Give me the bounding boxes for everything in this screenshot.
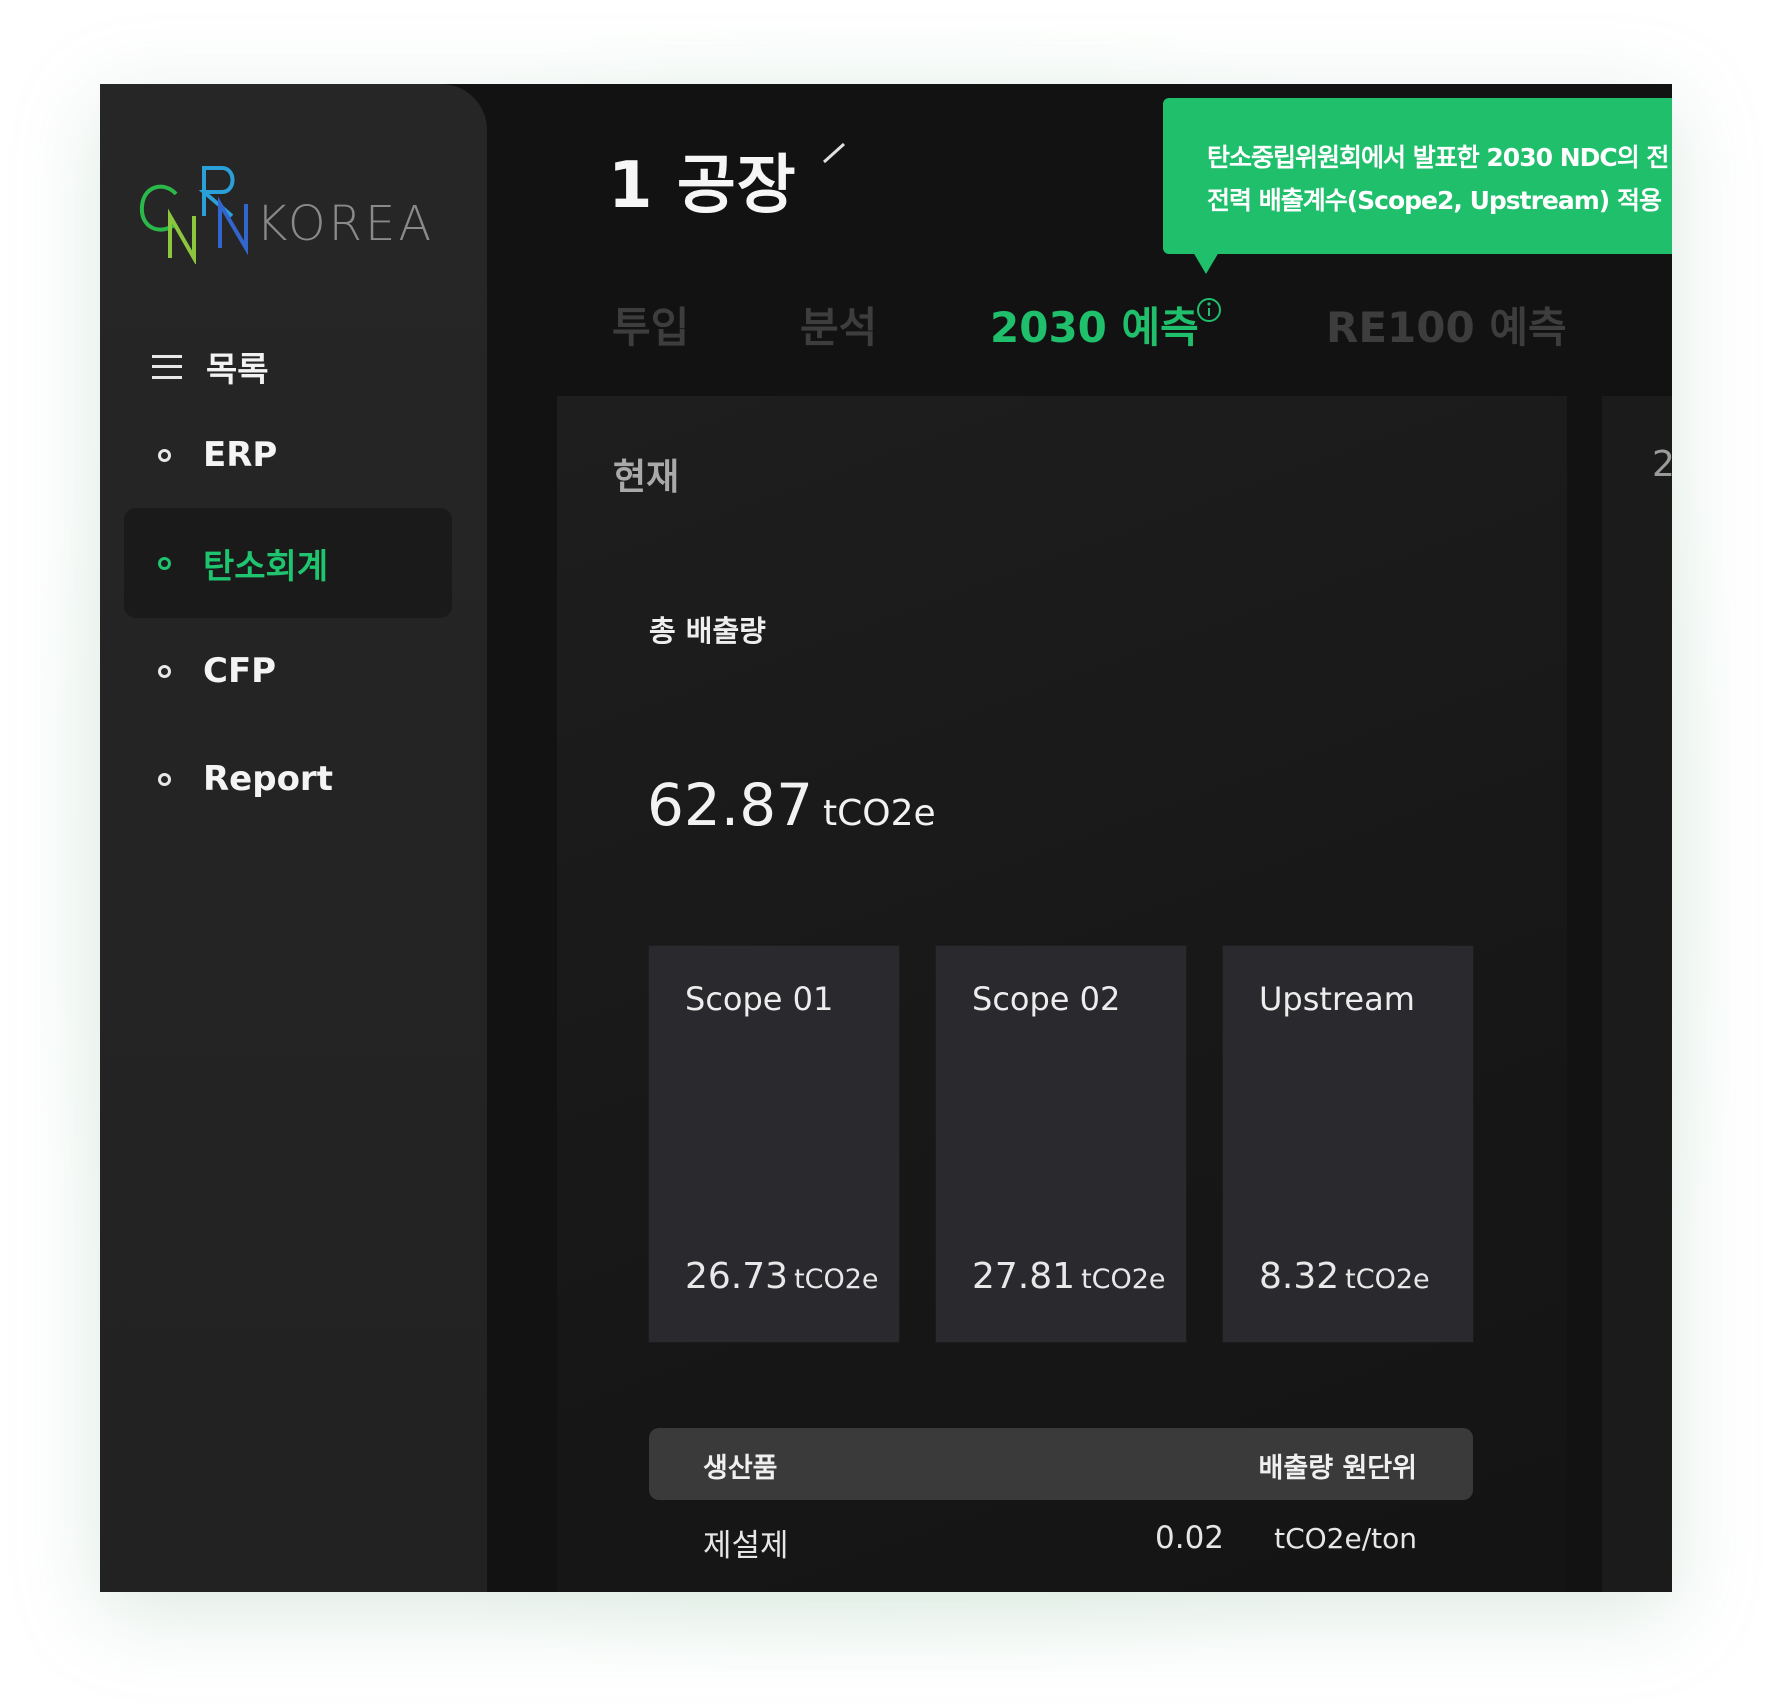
tab-2030-forecast[interactable]: 2030 예측 — [990, 294, 1199, 355]
total-number: 62.87 — [647, 771, 814, 839]
bullet-icon — [158, 556, 171, 570]
scope2-card[interactable]: Scope 02 27.81 tCO2e — [936, 946, 1186, 1342]
bullet-icon — [158, 448, 171, 462]
card-value: 27.81 tCO2e — [972, 1256, 1166, 1297]
tab-re100-forecast[interactable]: RE100 예측 — [1326, 294, 1567, 355]
tab-input[interactable]: 투입 — [612, 294, 689, 355]
card-number: 8.32 — [1259, 1256, 1340, 1297]
table-row: 제설제 0.02 tCO2e/ton — [649, 1514, 1473, 1574]
card-number: 27.81 — [972, 1256, 1076, 1297]
sidebar-item-label: Report — [203, 759, 333, 799]
current-panel: 현재 총 배출량 62.87 tCO2e Scope 01 26.73 tCO2e … — [557, 396, 1567, 1592]
next-panel: 2 — [1602, 396, 1672, 1592]
bullet-icon — [158, 772, 171, 786]
sidebar-item-label: ERP — [203, 435, 278, 475]
card-unit: tCO2e — [1081, 1264, 1166, 1295]
menu-label: 목록 — [206, 350, 269, 390]
row-unit: tCO2e/ton — [1274, 1522, 1417, 1555]
upstream-card[interactable]: Upstream 8.32 tCO2e — [1223, 946, 1473, 1342]
card-number: 26.73 — [685, 1256, 789, 1297]
bullet-icon — [158, 664, 171, 678]
card-title: Scope 01 — [685, 980, 834, 1018]
section-label: 현재 — [613, 457, 680, 498]
sidebar-item-cfp[interactable]: CFP — [124, 616, 452, 726]
column-header-product: 생산품 — [703, 1453, 778, 1484]
next-panel-label: 2 — [1652, 444, 1672, 485]
menu-header[interactable]: 목록 — [152, 342, 269, 391]
tooltip-text: 탄소중립위원회에서 발표한 2030 NDC의 전 전력 배출계수(Scope2… — [1207, 143, 1669, 215]
cnr-logo-mark — [139, 166, 248, 266]
card-value: 26.73 tCO2e — [685, 1256, 879, 1297]
card-value: 8.32 tCO2e — [1259, 1256, 1430, 1297]
sidebar-item-erp[interactable]: ERP — [124, 400, 452, 510]
hamburger-icon — [152, 354, 182, 379]
card-title: Upstream — [1259, 980, 1415, 1018]
card-title: Scope 02 — [972, 980, 1121, 1018]
brand-logo[interactable]: KOREA — [136, 154, 456, 266]
card-unit: tCO2e — [1345, 1264, 1430, 1295]
row-value: 0.02 — [1155, 1520, 1225, 1556]
scope1-card[interactable]: Scope 01 26.73 tCO2e — [649, 946, 899, 1342]
sidebar-item-carbon-accounting[interactable]: 탄소회계 — [124, 508, 452, 618]
info-tooltip: 탄소중립위원회에서 발표한 2030 NDC의 전 전력 배출계수(Scope2… — [1163, 98, 1672, 274]
sidebar-item-report[interactable]: Report — [124, 724, 452, 834]
card-unit: tCO2e — [794, 1264, 879, 1295]
app-window: KOREA 목록 ERP 탄소회계 CFP Report 1 공장 탄소중립위원… — [100, 84, 1672, 1592]
sidebar: KOREA 목록 ERP 탄소회계 CFP Report — [100, 84, 487, 1592]
edit-pencil-icon[interactable] — [814, 134, 854, 174]
table-header: 생산품 배출량 원단위 — [649, 1428, 1473, 1500]
sidebar-item-label: CFP — [203, 651, 277, 691]
total-unit: tCO2e — [823, 793, 936, 834]
tooltip-arrow — [1193, 252, 1219, 274]
row-product: 제설제 — [703, 1528, 789, 1564]
sidebar-item-label: 탄소회계 — [203, 546, 329, 587]
column-header-intensity: 배출량 원단위 — [1258, 1453, 1417, 1484]
total-emissions-label: 총 배출량 — [649, 614, 766, 648]
logo-wordmark: KOREA — [256, 196, 435, 252]
total-emissions-value: 62.87 tCO2e — [647, 771, 936, 839]
page-title: 1 공장 — [608, 149, 797, 223]
info-icon[interactable] — [1195, 296, 1223, 324]
tab-analysis[interactable]: 분석 — [800, 294, 877, 355]
